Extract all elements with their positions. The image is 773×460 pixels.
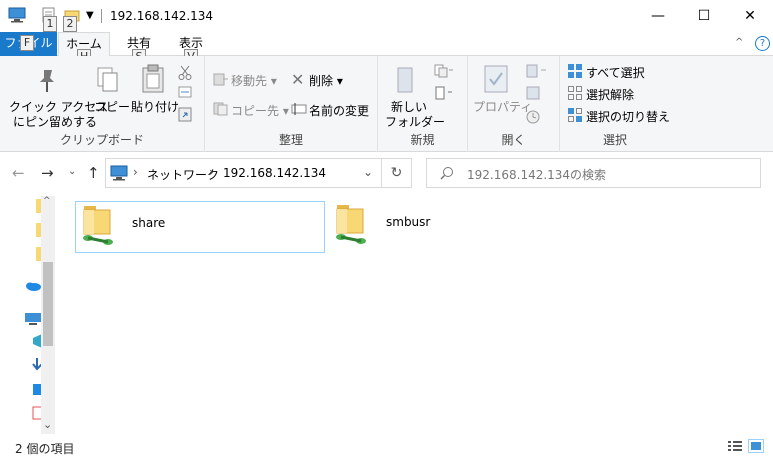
folder-name: share xyxy=(132,216,166,230)
network-icon xyxy=(110,165,128,184)
copy-path-icon[interactable] xyxy=(178,86,192,101)
refresh-button[interactable]: ↻ xyxy=(382,158,412,188)
help-icon[interactable]: ? xyxy=(755,36,770,51)
delete-icon: ✕ xyxy=(291,70,305,89)
maximize-button[interactable]: ☐ xyxy=(681,0,727,32)
ribbon-tabs: ファイル F ホーム H 共有 S 表示 V ^ ? xyxy=(0,32,773,65)
group-label-open: 開く xyxy=(501,133,526,147)
minimize-button[interactable]: — xyxy=(635,0,681,32)
search-placeholder: 192.168.142.134の検索 xyxy=(467,168,607,182)
select-all-icon xyxy=(567,63,583,82)
invert-selection-icon xyxy=(567,107,583,126)
group-organize: 移動先 ▾ コピー先 ▾ ✕ 削除 ▾ 名前の変更 整理 xyxy=(205,56,378,152)
open-icon[interactable] xyxy=(526,64,548,81)
recent-locations-chevron-icon[interactable]: ⌄ xyxy=(68,166,76,177)
new-item-icon[interactable] xyxy=(434,64,454,81)
easy-access-icon[interactable] xyxy=(434,86,454,103)
breadcrumb-chevron-icon[interactable]: › xyxy=(133,165,138,179)
shared-folder-icon xyxy=(331,203,371,250)
window-title: 192.168.142.134 xyxy=(110,9,214,23)
paste-button[interactable]: 貼り付け xyxy=(131,98,179,115)
search-box[interactable]: 192.168.142.134の検索 xyxy=(426,158,761,188)
group-label-organize: 整理 xyxy=(278,133,303,147)
copy-to-label: コピー先 xyxy=(231,104,280,118)
properties-button[interactable]: プロパティ xyxy=(473,98,532,115)
move-to-button[interactable]: 移動先 ▾ xyxy=(231,72,277,89)
chevron-up-icon[interactable]: ^ xyxy=(735,37,743,48)
refresh-icon: ↻ xyxy=(390,165,403,181)
cut-icon[interactable] xyxy=(178,65,192,84)
large-icons-view-icon[interactable] xyxy=(748,439,764,453)
paste-icon xyxy=(141,64,165,97)
details-view-icon[interactable] xyxy=(727,440,743,455)
qat-divider xyxy=(101,9,102,23)
qat-dropdown-icon[interactable]: ▼ xyxy=(86,10,94,21)
folder-name: smbusr xyxy=(386,215,431,229)
new-folder-label-2[interactable]: フォルダー xyxy=(385,113,445,130)
group-select: すべて選択 選択解除 選択の切り替え 選択 xyxy=(560,56,670,152)
scrollbar-thumb[interactable] xyxy=(43,262,53,346)
select-none-icon xyxy=(567,85,583,104)
pin-icon xyxy=(36,68,58,97)
delete-label: 削除 xyxy=(309,74,334,88)
invert-selection-button[interactable]: 選択の切り替え xyxy=(586,108,670,125)
copy-to-icon xyxy=(213,102,229,119)
ribbon: クイック アクセス にピン留めする コピー 貼り付け クリップボード 移動先 ▾… xyxy=(0,56,773,152)
move-to-icon xyxy=(213,72,229,89)
back-arrow-icon[interactable]: ← xyxy=(12,164,25,182)
move-to-label: 移動先 xyxy=(231,74,268,88)
keytip-file: F xyxy=(20,35,34,51)
group-clipboard: クイック アクセス にピン留めする コピー 貼り付け クリップボード xyxy=(0,56,205,152)
onedrive-icon[interactable] xyxy=(25,280,41,294)
group-label-new: 新規 xyxy=(410,133,435,147)
rename-button[interactable]: 名前の変更 xyxy=(309,102,369,119)
forward-arrow-icon[interactable]: → xyxy=(41,164,54,182)
breadcrumb-chevron-icon[interactable]: › xyxy=(209,165,214,179)
paste-shortcut-icon[interactable] xyxy=(178,106,192,125)
delete-button[interactable]: 削除 ▾ xyxy=(309,72,343,89)
pin-quick-access-label-2[interactable]: にピン留めする xyxy=(13,113,97,130)
group-new: 新しい フォルダー 新規 xyxy=(378,56,468,152)
status-bar: 2 個の項目 xyxy=(0,434,773,460)
shared-folder-icon xyxy=(78,204,118,251)
copy-button[interactable]: コピー xyxy=(94,98,130,115)
keytip-qat-2: 2 xyxy=(63,16,77,32)
folder-item-share[interactable]: share xyxy=(75,201,325,253)
search-icon xyxy=(440,166,454,183)
close-button[interactable]: ✕ xyxy=(727,0,773,32)
scroll-up-icon[interactable]: ^ xyxy=(43,196,51,206)
new-folder-large-icon xyxy=(396,66,418,97)
properties-large-icon xyxy=(484,64,508,97)
item-count: 2 個の項目 xyxy=(15,442,75,456)
up-arrow-icon[interactable]: ↑ xyxy=(87,164,100,182)
this-pc-icon[interactable] xyxy=(24,312,42,329)
computer-icon[interactable] xyxy=(8,7,26,26)
copy-icon xyxy=(96,66,120,97)
file-list: share smbusr xyxy=(57,196,773,434)
breadcrumb-current[interactable]: 192.168.142.134 xyxy=(223,166,326,180)
select-none-button[interactable]: 選択解除 xyxy=(586,86,634,103)
group-open: プロパティ 開く xyxy=(468,56,560,152)
rename-icon xyxy=(291,102,307,119)
keytip-qat-1: 1 xyxy=(43,16,57,32)
scroll-down-icon[interactable]: ⌄ xyxy=(43,418,52,431)
group-label-select: 選択 xyxy=(602,133,627,147)
copy-to-button[interactable]: コピー先 ▾ xyxy=(231,102,289,119)
address-bar[interactable]: › ネットワーク › 192.168.142.134 ⌄ xyxy=(105,158,382,188)
address-dropdown-icon[interactable]: ⌄ xyxy=(363,165,373,179)
select-all-button[interactable]: すべて選択 xyxy=(586,64,645,81)
title-bar: 1 2 ▼ 192.168.142.134 — ☐ ✕ xyxy=(0,0,773,32)
folder-item-smbusr[interactable]: smbusr xyxy=(329,201,579,253)
group-label-clipboard: クリップボード xyxy=(59,133,144,147)
